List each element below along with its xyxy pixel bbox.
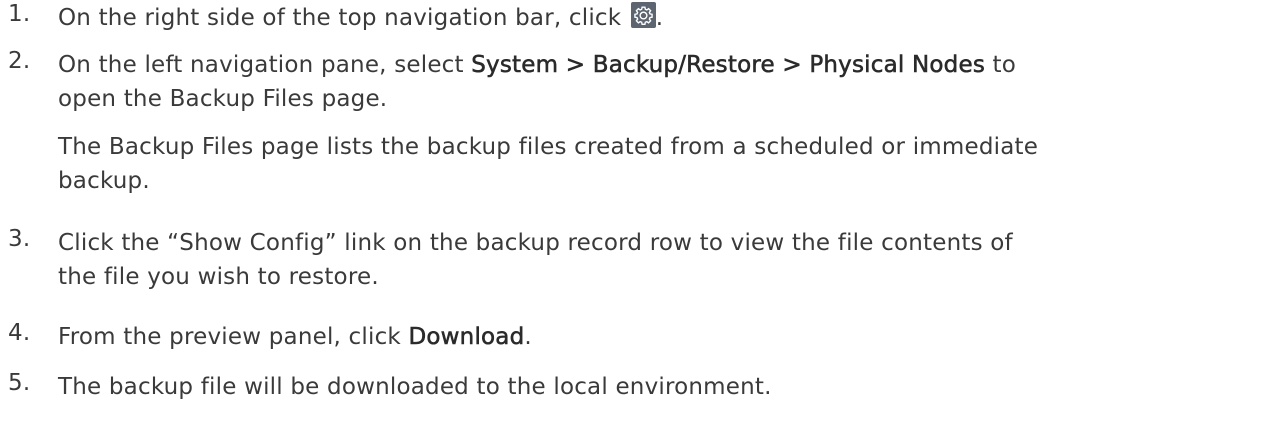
gear-settings-icon	[630, 2, 656, 28]
step-text-continued: the file you wish to restore.	[58, 264, 379, 290]
step-number: 3.	[8, 226, 31, 252]
gear-icon-glyph	[634, 6, 653, 26]
step-text: Click the “Show Config” link on the back…	[58, 230, 1013, 256]
step-number: 1.	[8, 1, 31, 27]
step-text-continued: open the Backup Files page.	[58, 86, 388, 112]
download-button-name: Download	[408, 324, 525, 351]
step-text-part: .	[524, 324, 532, 350]
step-number: 5.	[8, 370, 31, 396]
step-text: From the preview panel, click Download.	[58, 320, 532, 354]
step-4: 4. From the preview panel, click Downloa…	[0, 320, 532, 354]
step-1: 1. On the right side of the top navigati…	[0, 1, 663, 35]
step-number: 4.	[8, 320, 31, 346]
step-text: On the right side of the top navigation …	[58, 1, 663, 35]
step-note: The Backup Files page lists the backup f…	[58, 130, 1038, 198]
step-note-line: backup.	[58, 168, 150, 194]
step-2: 2. On the left navigation pane, select S…	[0, 48, 1038, 198]
step-5: 5. The backup file will be downloaded to…	[0, 370, 772, 404]
step-text-part: On the left navigation pane, select	[58, 52, 472, 78]
step-3: 3. Click the “Show Config” link on the b…	[0, 226, 1013, 294]
step-text-part: From the preview panel, click	[58, 324, 409, 350]
step-text-part: On the right side of the top navigation …	[58, 5, 629, 31]
step-number: 2.	[8, 48, 31, 74]
step-text: The backup file will be downloaded to th…	[58, 374, 772, 400]
step-note-line: The Backup Files page lists the backup f…	[58, 134, 1039, 160]
step-text: On the left navigation pane, select Syst…	[58, 48, 1038, 82]
step-text-part: .	[655, 5, 664, 31]
step-text-part: to	[985, 52, 1017, 78]
menu-path: System > Backup/Restore > Physical Nodes	[471, 52, 986, 79]
